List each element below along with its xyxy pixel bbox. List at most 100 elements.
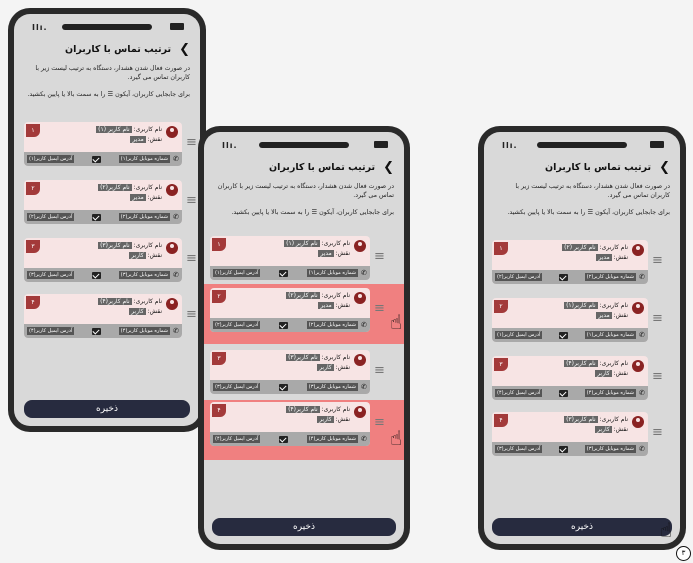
drag-handle-icon[interactable]: ≡ — [652, 370, 663, 383]
header: ❯ ترتیب تماس با کاربران — [269, 160, 394, 175]
phone-icon: ✆ — [173, 271, 179, 279]
user-name: نام کاربری: نام کاربر(۲) — [286, 292, 350, 299]
drag-handle-icon[interactable]: ≡ — [652, 312, 663, 325]
mobile-number: شماره موبایل کاربر(۴) — [306, 435, 358, 443]
description-alert: در صورت فعال شدن هشدار، دستگاه به ترتیب … — [35, 65, 190, 81]
description-drag: برای جابجایی کاربران، آیکون ☰ را به سمت … — [507, 209, 670, 216]
mobile-number: شماره موبایل کاربر(۴) — [584, 389, 636, 397]
description-alert: در صورت فعال شدن هشدار، دستگاه به ترتیب … — [217, 183, 394, 199]
drag-handle-icon[interactable]: ≡ — [186, 136, 197, 149]
phone-icon: ✆ — [361, 269, 367, 277]
user-card[interactable]: ۲ نام کاربری: نام کاربر(۱) نقش: مدیر ✆ شماره… — [492, 298, 648, 342]
drag-handle-icon[interactable]: ≡ — [652, 254, 663, 267]
hand-pointer-icon: ☝ — [659, 518, 672, 542]
user-card[interactable]: ۱ نام کاربری: نام کاربر (۱) نقش: مدیر ✆ شمار… — [24, 122, 182, 166]
mobile-number: شماره موبایل کاربر(۳) — [306, 383, 358, 391]
user-name: نام کاربری: نام کاربر (۲) — [562, 244, 628, 251]
user-avatar-icon — [166, 242, 178, 254]
email-address: آدرس ایمیل کاربر(۲) — [27, 213, 75, 221]
drag-handle-icon[interactable]: ≡ — [374, 250, 385, 263]
phone-icon: ✆ — [639, 389, 645, 397]
user-name: نام کاربری: نام کاربر(۴) — [286, 406, 350, 413]
user-card[interactable]: ۳ نام کاربری: نام کاربر(۳) نقش: کاربر ✆ شمار… — [24, 238, 182, 282]
user-avatar-icon — [354, 292, 366, 304]
step-number-badge: ۳ — [676, 546, 691, 561]
mail-icon — [559, 390, 569, 397]
notch — [62, 24, 152, 30]
email-address: آدرس ایمیل کاربر(۳) — [495, 445, 543, 453]
email-address: آدرس ایمیل کاربر(۱) — [495, 331, 543, 339]
email-address: آدرس ایمیل کاربر(۴) — [213, 435, 261, 443]
mobile-number: شماره موبایل کاربر(۲) — [306, 321, 358, 329]
order-number: ۴ — [26, 296, 40, 309]
user-card[interactable]: ۳ نام کاربری: نام کاربر(۳) نقش: کاربر ✆ شمار… — [210, 350, 370, 394]
drag-handle-icon[interactable]: ≡ — [374, 302, 385, 315]
drag-handle-icon[interactable]: ≡ — [374, 416, 385, 429]
mail-icon — [278, 322, 288, 329]
mobile-number: شماره موبایل کاربر(۱) — [118, 155, 170, 163]
mail-icon — [91, 156, 101, 163]
save-button[interactable]: ذخیره — [24, 400, 190, 418]
save-button[interactable]: ذخیره — [212, 518, 396, 536]
battery-icon — [650, 141, 664, 148]
drag-handle-icon[interactable]: ≡ — [186, 252, 197, 265]
phone-frame-3: Ilı. ❯ ترتیب تماس با کاربران در صورت فعا… — [478, 126, 686, 550]
phone-frame-2: Ilı. ❯ ترتیب تماس با کاربران در صورت فعا… — [198, 126, 410, 550]
user-card[interactable]: ۱ نام کاربری: نام کاربر (۲) نقش: مدیر ✆ شمار… — [492, 240, 648, 284]
user-avatar-icon — [354, 240, 366, 252]
user-avatar-icon — [632, 244, 644, 256]
user-card[interactable]: ۴ نام کاربری: نام کاربر(۴) نقش: کاربر ✆ شمار… — [210, 402, 370, 446]
drag-handle-icon[interactable]: ≡ — [374, 364, 385, 377]
user-role: نقش: کاربر — [595, 426, 628, 433]
battery-icon — [374, 141, 388, 148]
user-role: نقش: مدیر — [318, 250, 350, 257]
mobile-number: شماره موبایل کاربر(۳) — [118, 271, 170, 279]
user-role: نقش: مدیر — [130, 194, 162, 201]
chevron-right-icon[interactable]: ❯ — [383, 160, 394, 175]
user-role: نقش: کاربر — [317, 364, 350, 371]
order-number: ۳ — [212, 352, 226, 365]
description-drag: برای جابجایی کاربران، آیکون ☰ را به سمت … — [231, 209, 394, 216]
email-address: آدرس ایمیل کاربر(۲) — [495, 273, 543, 281]
phone-screen: Ilı. ❯ ترتیب تماس با کاربران در صورت فعا… — [484, 132, 680, 544]
order-number: ۲ — [26, 182, 40, 195]
save-button[interactable]: ذخیره — [492, 518, 672, 536]
signal-icon: Ilı. — [502, 141, 518, 150]
drag-handle-icon[interactable]: ≡ — [186, 194, 197, 207]
user-name: نام کاربری: نام کاربر (۱) — [96, 126, 162, 133]
user-card[interactable]: ۴ نام کاربری: نام کاربر(۴) نقش: کاربر ✆ شمار… — [24, 294, 182, 338]
user-avatar-icon — [166, 184, 178, 196]
order-number: ۱ — [494, 242, 508, 255]
user-role: نقش: کاربر — [129, 252, 162, 259]
email-address: آدرس ایمیل کاربر(۲) — [213, 321, 261, 329]
user-name: نام کاربری: نام کاربر(۴) — [98, 298, 162, 305]
mobile-number: شماره موبایل کاربر(۴) — [118, 327, 170, 335]
user-name: نام کاربری: نام کاربر (۱) — [284, 240, 350, 247]
status-bar: Ilı. — [484, 132, 680, 154]
user-name: نام کاربری: نام کاربر(۳) — [286, 354, 350, 361]
user-avatar-icon — [632, 302, 644, 314]
order-number: ۴ — [494, 414, 508, 427]
header: ❯ ترتیب تماس با کاربران — [545, 160, 670, 175]
signal-icon: Ilı. — [222, 141, 238, 150]
phone-icon: ✆ — [361, 321, 367, 329]
user-card[interactable]: ۲ نام کاربری: نام کاربر(۲) نقش: مدیر ✆ شماره… — [24, 180, 182, 224]
user-role: نقش: مدیر — [318, 302, 350, 309]
mail-icon — [91, 214, 101, 221]
page-title: ترتیب تماس با کاربران — [65, 44, 172, 55]
hand-pointer-icon: ☝ — [390, 426, 403, 450]
page-title: ترتیب تماس با کاربران — [269, 162, 376, 173]
user-name: نام کاربری: نام کاربر(۳) — [564, 416, 628, 423]
page-title: ترتیب تماس با کاربران — [545, 162, 652, 173]
user-name: نام کاربری: نام کاربر(۲) — [98, 184, 162, 191]
drag-handle-icon[interactable]: ≡ — [652, 426, 663, 439]
user-card[interactable]: ۴ نام کاربری: نام کاربر(۳) نقش: کاربر ✆ شمار… — [492, 412, 648, 456]
description-alert: در صورت فعال شدن هشدار، دستگاه به ترتیب … — [515, 183, 670, 199]
mobile-number: شماره موبایل کاربر(۳) — [584, 445, 636, 453]
chevron-right-icon[interactable]: ❯ — [659, 160, 670, 175]
drag-handle-icon[interactable]: ≡ — [186, 308, 197, 321]
chevron-right-icon[interactable]: ❯ — [179, 42, 190, 57]
user-card[interactable]: ۲ نام کاربری: نام کاربر(۲) نقش: مدیر ✆ شماره… — [210, 288, 370, 332]
user-card[interactable]: ۱ نام کاربری: نام کاربر (۱) نقش: مدیر ✆ شمار… — [210, 236, 370, 280]
user-card[interactable]: ۳ نام کاربری: نام کاربر(۴) نقش: کاربر ✆ شمار… — [492, 356, 648, 400]
